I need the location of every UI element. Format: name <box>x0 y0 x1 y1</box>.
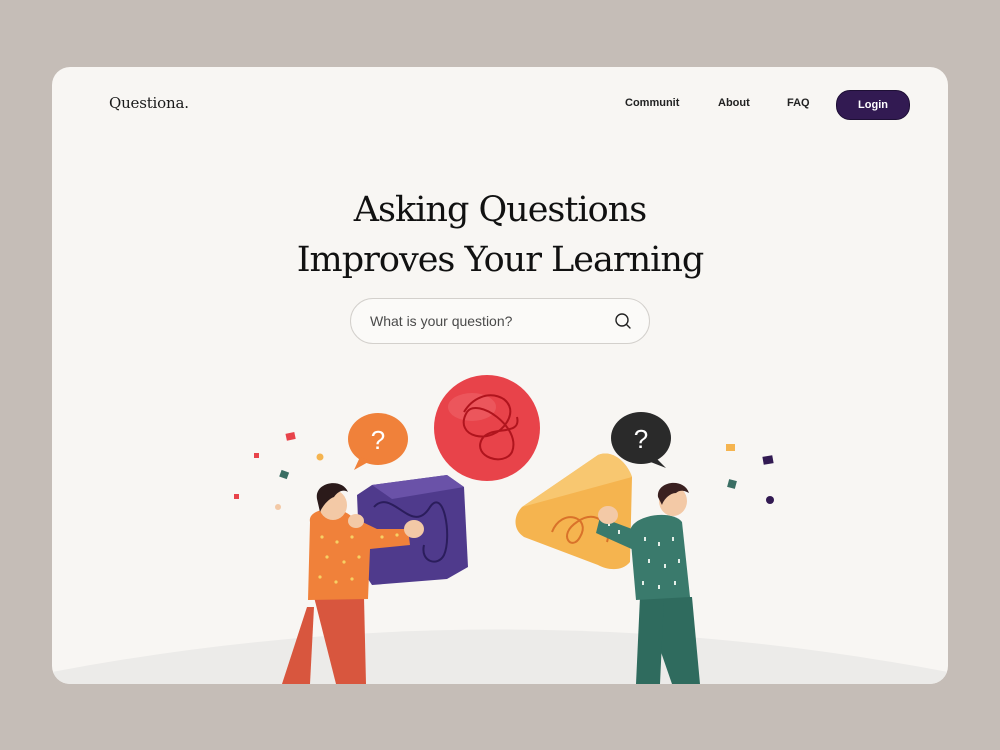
confetti-left <box>234 432 324 510</box>
confetti-right <box>726 444 774 504</box>
red-sphere <box>434 375 540 481</box>
hero-illustration: ? ? <box>52 375 948 684</box>
ground-hill <box>52 629 948 684</box>
main-card: Questiona. Communit About FAQ Login Aski… <box>52 67 948 684</box>
left-speech-bubble: ? <box>348 413 408 470</box>
right-bubble-question-mark: ? <box>634 424 648 454</box>
left-bubble-question-mark: ? <box>371 425 385 455</box>
